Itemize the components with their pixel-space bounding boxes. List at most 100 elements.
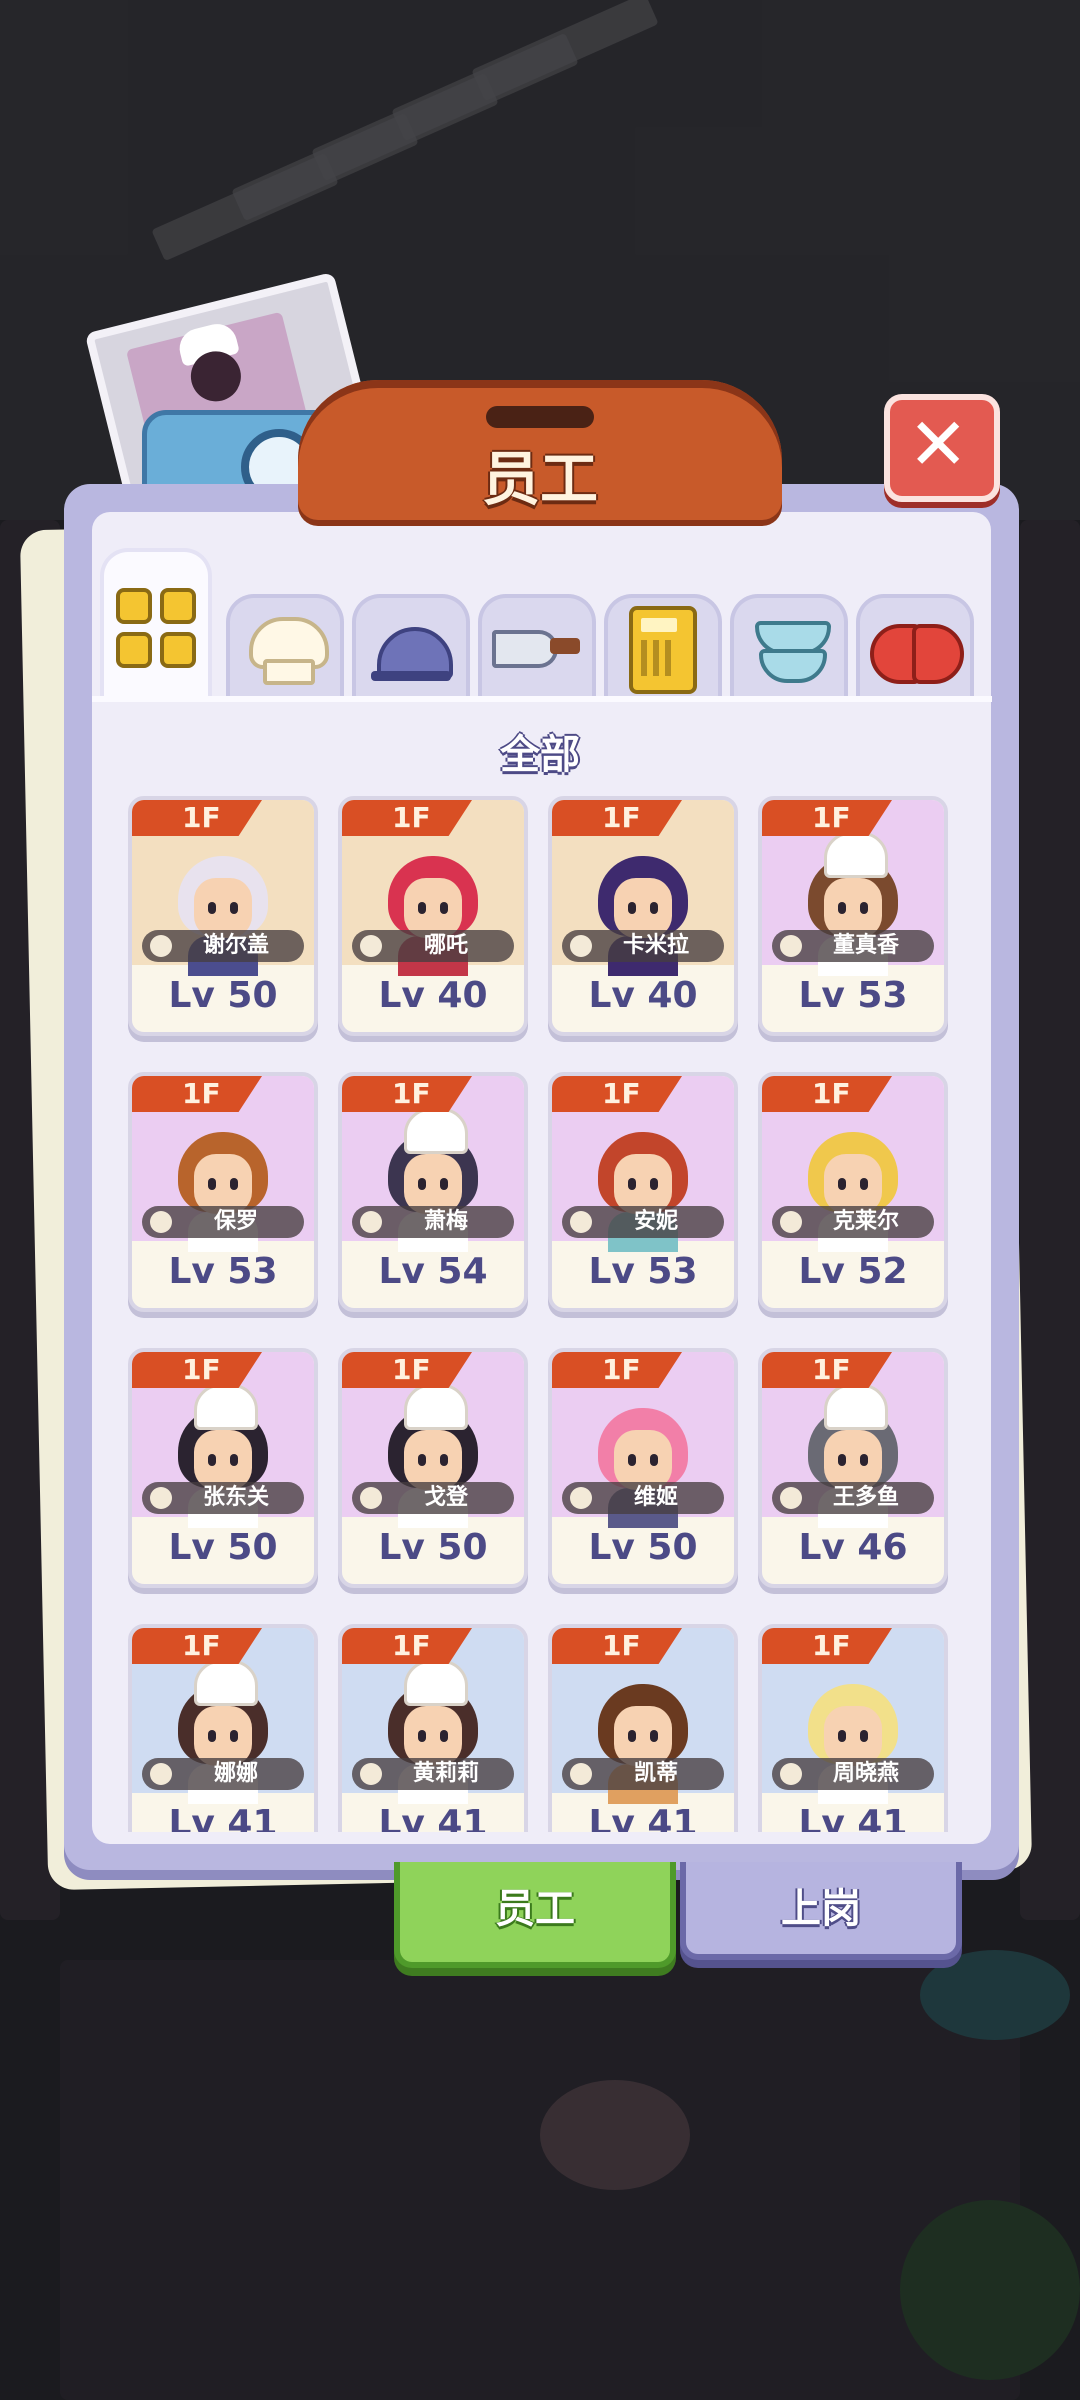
chef-role-icon <box>780 1211 802 1233</box>
staff-name-bar: 安妮 <box>562 1206 724 1238</box>
staff-name: 凯蒂 <box>633 1761 678 1786</box>
staff-card[interactable]: 1F 维姬 Lv 50 <box>548 1348 738 1588</box>
staff-level: Lv 40 <box>588 975 698 1016</box>
staff-list[interactable]: 1F 谢尔盖 Lv 50 1F 哪吒 Lv 40 1F 卡米拉 Lv 40 1F 董真香 Lv 53 1… <box>128 796 958 1832</box>
staff-level: Lv 41 <box>798 1803 908 1832</box>
tab-chef[interactable] <box>226 594 344 698</box>
staff-name-bar: 周晓燕 <box>772 1758 934 1790</box>
staff-name: 安妮 <box>633 1209 678 1234</box>
close-button[interactable]: ✕ <box>884 394 1000 502</box>
bowls-icon <box>749 615 831 685</box>
chef-role-icon <box>360 935 382 957</box>
staff-name-bar: 谢尔盖 <box>142 930 304 962</box>
staff-name: 董真香 <box>832 933 899 958</box>
staff-name: 克莱尔 <box>832 1209 899 1234</box>
staff-tab-button[interactable]: 员工 <box>394 1862 676 1968</box>
staff-level: Lv 50 <box>168 975 278 1016</box>
chef-role-icon <box>150 1487 172 1509</box>
staff-name-bar: 黄莉莉 <box>352 1758 514 1790</box>
chef-role-icon <box>360 1763 382 1785</box>
staff-level: Lv 41 <box>588 1803 698 1832</box>
title-tab-slot <box>486 406 594 428</box>
staff-tab-label: 员工 <box>495 1886 575 1932</box>
staff-level: Lv 50 <box>378 1527 488 1568</box>
chef-role-icon <box>780 935 802 957</box>
staff-level: Lv 40 <box>378 975 488 1016</box>
dish-role-icon <box>780 1763 802 1785</box>
chef-role-icon <box>150 1763 172 1785</box>
on-duty-tab-button[interactable]: 上岗 <box>680 1862 962 1960</box>
chef-hat-icon <box>245 617 329 685</box>
staff-level: Lv 41 <box>378 1803 488 1832</box>
staff-name-bar: 张东关 <box>142 1482 304 1514</box>
staff-card[interactable]: 1F 克莱尔 Lv 52 <box>758 1072 948 1312</box>
panel-title-tab: 员工 <box>298 380 782 520</box>
staff-name-bar: 卡米拉 <box>562 930 724 962</box>
section-title: 全部 <box>500 732 580 778</box>
staff-level: Lv 46 <box>798 1527 908 1568</box>
staff-name-bar: 戈登 <box>352 1482 514 1514</box>
tab-cashier[interactable] <box>604 594 722 698</box>
staff-name: 哪吒 <box>423 933 468 958</box>
grid-icon <box>116 587 196 668</box>
cook-role-icon <box>570 1763 592 1785</box>
staff-name-bar: 萧梅 <box>352 1206 514 1238</box>
staff-name: 保罗 <box>213 1209 258 1234</box>
staff-card[interactable]: 1F 张东关 Lv 50 <box>128 1348 318 1588</box>
staff-level: Lv 53 <box>168 1251 278 1292</box>
tab-dishwasher[interactable] <box>730 594 848 698</box>
cashier-role-icon <box>150 935 172 957</box>
calculator-icon <box>629 606 697 694</box>
staff-name: 周晓燕 <box>832 1761 899 1786</box>
staff-card[interactable]: 1F 董真香 Lv 53 <box>758 796 948 1036</box>
staff-level: Lv 50 <box>168 1527 278 1568</box>
staff-card[interactable]: 1F 娜娜 Lv 41 <box>128 1624 318 1832</box>
close-icon: ✕ <box>908 402 969 486</box>
page-title: 员工 <box>481 445 598 513</box>
cashier-role-icon <box>570 1211 592 1233</box>
tab-greeter[interactable] <box>856 594 974 698</box>
staff-card[interactable]: 1F 哪吒 Lv 40 <box>338 796 528 1036</box>
serving-bell-icon <box>371 617 453 683</box>
knife-icon <box>492 620 582 680</box>
tab-all[interactable] <box>100 548 212 698</box>
staff-card[interactable]: 1F 周晓燕 Lv 41 <box>758 1624 948 1832</box>
tab-cook[interactable] <box>478 594 596 698</box>
tabs-divider <box>92 696 992 702</box>
staff-card[interactable]: 1F 谢尔盖 Lv 50 <box>128 796 318 1036</box>
chef-role-icon <box>150 1211 172 1233</box>
staff-card[interactable]: 1F 凯蒂 Lv 41 <box>548 1624 738 1832</box>
staff-name: 卡米拉 <box>622 933 689 958</box>
staff-name: 谢尔盖 <box>202 933 269 958</box>
chef-role-icon <box>780 1487 802 1509</box>
staff-name-bar: 维姬 <box>562 1482 724 1514</box>
staff-name: 戈登 <box>423 1485 468 1510</box>
staff-name-bar: 凯蒂 <box>562 1758 724 1790</box>
staff-card[interactable]: 1F 王多鱼 Lv 46 <box>758 1348 948 1588</box>
cook-role-icon <box>360 1487 382 1509</box>
bow-tie-icon <box>870 620 964 684</box>
staff-name: 娜娜 <box>213 1761 258 1786</box>
staff-card[interactable]: 1F 黄莉莉 Lv 41 <box>338 1624 528 1832</box>
staff-name-bar: 保罗 <box>142 1206 304 1238</box>
staff-level: Lv 52 <box>798 1251 908 1292</box>
staff-card[interactable]: 1F 卡米拉 Lv 40 <box>548 796 738 1036</box>
chef-role-icon <box>360 1211 382 1233</box>
staff-card[interactable]: 1F 萧梅 Lv 54 <box>338 1072 528 1312</box>
staff-level: Lv 50 <box>588 1527 698 1568</box>
staff-card[interactable]: 1F 安妮 Lv 53 <box>548 1072 738 1312</box>
staff-card[interactable]: 1F 保罗 Lv 53 <box>128 1072 318 1312</box>
staff-level: Lv 53 <box>798 975 908 1016</box>
staff-name: 王多鱼 <box>832 1485 899 1510</box>
staff-name-bar: 哪吒 <box>352 930 514 962</box>
staff-name-bar: 董真香 <box>772 930 934 962</box>
staff-level: Lv 54 <box>378 1251 488 1292</box>
staff-name: 黄莉莉 <box>412 1761 479 1786</box>
staff-name: 萧梅 <box>423 1209 468 1234</box>
staff-card[interactable]: 1F 戈登 Lv 50 <box>338 1348 528 1588</box>
chef-role-icon <box>570 935 592 957</box>
staff-name-bar: 娜娜 <box>142 1758 304 1790</box>
tab-waiter[interactable] <box>352 594 470 698</box>
staff-name-bar: 克莱尔 <box>772 1206 934 1238</box>
staff-level: Lv 53 <box>588 1251 698 1292</box>
